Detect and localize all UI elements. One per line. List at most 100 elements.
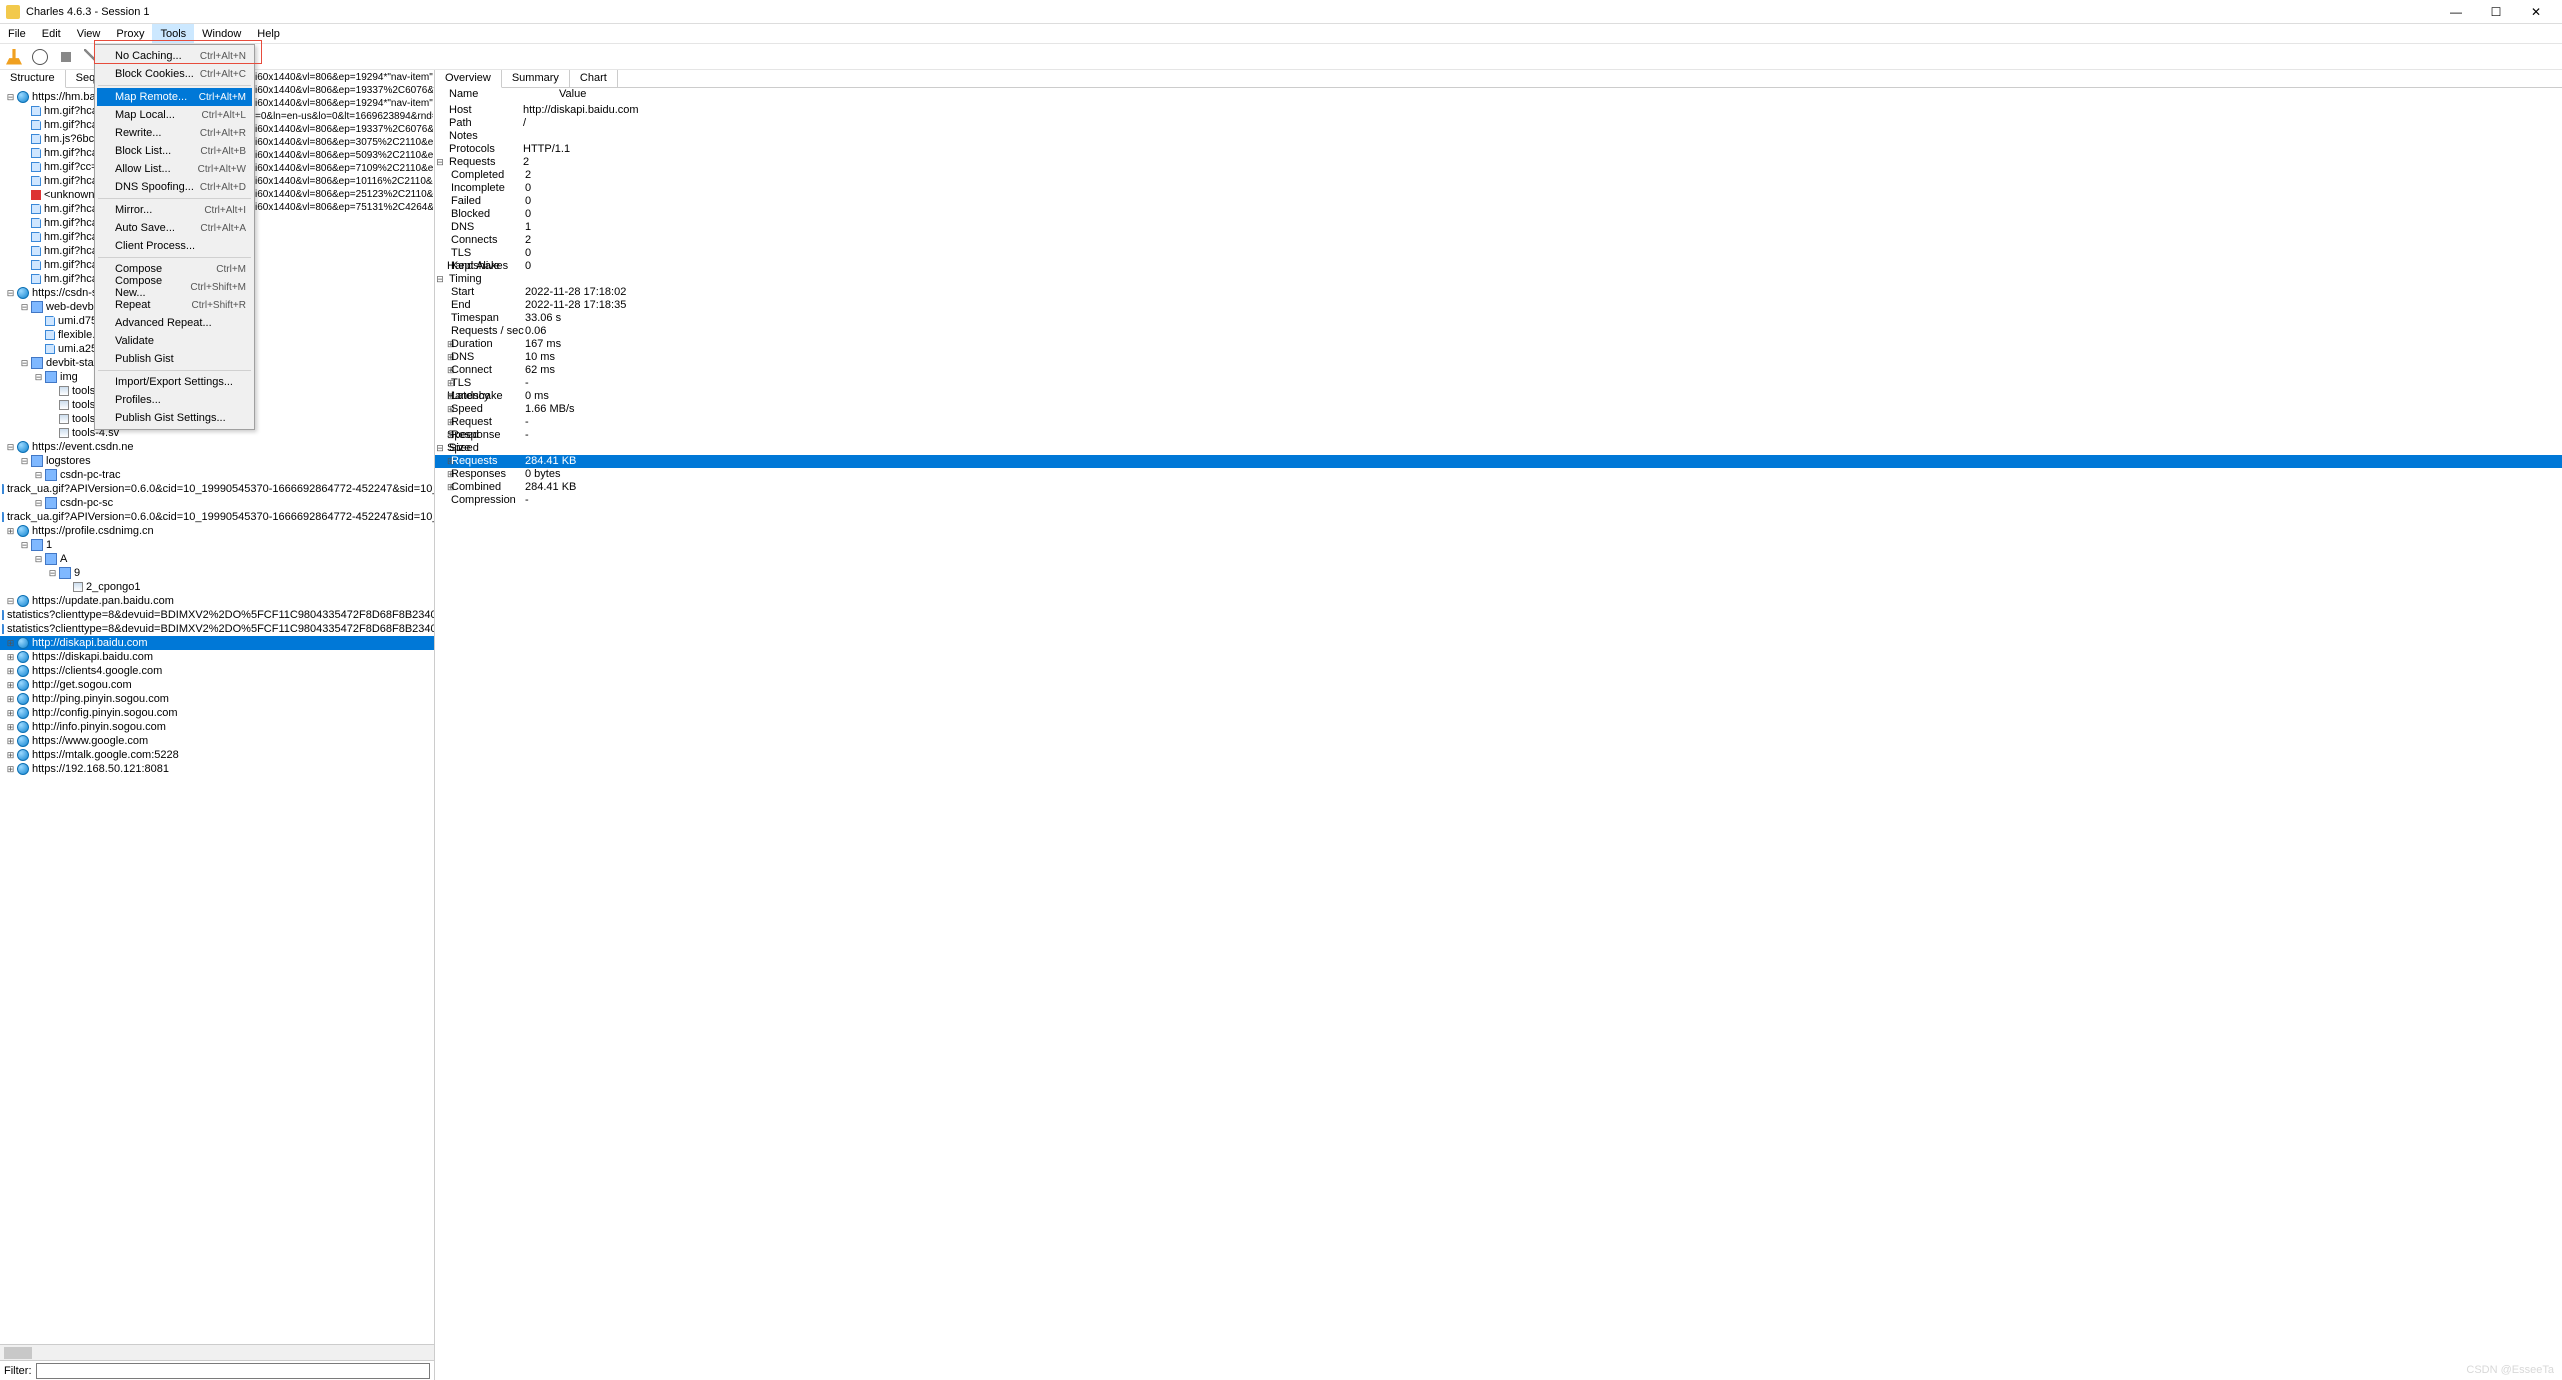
- expand-icon[interactable]: ⊞: [435, 364, 447, 377]
- prop-row[interactable]: Blocked0: [435, 208, 2562, 221]
- menu-view[interactable]: View: [69, 24, 109, 43]
- expand-icon[interactable]: ⊞: [435, 429, 447, 442]
- tree-row[interactable]: ⊞https://clients4.google.com: [0, 664, 434, 678]
- expand-icon[interactable]: [435, 286, 447, 299]
- expand-icon[interactable]: [435, 494, 447, 507]
- expand-icon[interactable]: ⊞: [6, 527, 15, 536]
- prop-row[interactable]: Kept Alive0: [435, 260, 2562, 273]
- tree-row[interactable]: ⊞https://diskapi.baidu.com: [0, 650, 434, 664]
- clear-icon[interactable]: [6, 49, 22, 65]
- prop-row[interactable]: DNS1: [435, 221, 2562, 234]
- expand-icon[interactable]: ⊞: [435, 390, 447, 403]
- prop-row[interactable]: ⊞Speed1.66 MB/s: [435, 403, 2562, 416]
- prop-row[interactable]: ⊞Request Speed-: [435, 416, 2562, 429]
- tree-row[interactable]: track_ua.gif?APIVersion=0.6.0&cid=10_199…: [0, 482, 434, 496]
- expand-icon[interactable]: ⊟: [6, 597, 15, 606]
- prop-row[interactable]: Failed0: [435, 195, 2562, 208]
- expand-icon[interactable]: [48, 401, 57, 410]
- expand-icon[interactable]: ⊞: [435, 416, 447, 429]
- menu-item[interactable]: Client Process...: [97, 237, 252, 255]
- prop-row[interactable]: Requests / sec0.06: [435, 325, 2562, 338]
- expand-icon[interactable]: [20, 191, 29, 200]
- expand-icon[interactable]: [20, 121, 29, 130]
- maximize-button[interactable]: ☐: [2476, 0, 2516, 24]
- menu-item[interactable]: Mirror...Ctrl+Alt+I: [97, 201, 252, 219]
- expand-icon[interactable]: ⊟: [34, 373, 43, 382]
- prop-row[interactable]: ⊞Connect62 ms: [435, 364, 2562, 377]
- menu-item[interactable]: Publish Gist: [97, 350, 252, 368]
- expand-icon[interactable]: ⊟: [6, 443, 15, 452]
- prop-row[interactable]: ⊞TLS Handshake-: [435, 377, 2562, 390]
- prop-row[interactable]: Timespan33.06 s: [435, 312, 2562, 325]
- expand-icon[interactable]: ⊞: [435, 377, 447, 390]
- menu-item[interactable]: Rewrite...Ctrl+Alt+R: [97, 124, 252, 142]
- tree-row[interactable]: ⊟1: [0, 538, 434, 552]
- prop-row[interactable]: End2022-11-28 17:18:35: [435, 299, 2562, 312]
- prop-row[interactable]: ⊞Requests284.41 KB: [435, 455, 2562, 468]
- tree-row[interactable]: ⊞https://www.google.com: [0, 734, 434, 748]
- expand-icon[interactable]: ⊞: [6, 723, 15, 732]
- expand-icon[interactable]: ⊞: [435, 468, 447, 481]
- expand-icon[interactable]: [435, 325, 447, 338]
- prop-row[interactable]: ProtocolsHTTP/1.1: [435, 143, 2562, 156]
- expand-icon[interactable]: [435, 143, 445, 156]
- expand-icon[interactable]: [435, 260, 447, 273]
- menu-proxy[interactable]: Proxy: [108, 24, 152, 43]
- expand-icon[interactable]: [435, 117, 445, 130]
- menu-item[interactable]: Block Cookies...Ctrl+Alt+C: [97, 65, 252, 83]
- tree-row[interactable]: ⊟A: [0, 552, 434, 566]
- expand-icon[interactable]: [20, 233, 29, 242]
- tree-row[interactable]: ⊞http://diskapi.baidu.com: [0, 636, 434, 650]
- right-tab-summary[interactable]: Summary: [502, 70, 570, 87]
- expand-icon[interactable]: [20, 135, 29, 144]
- prop-row[interactable]: ⊟Requests2: [435, 156, 2562, 169]
- tree-row[interactable]: ⊞http://info.pinyin.sogou.com: [0, 720, 434, 734]
- expand-icon[interactable]: [48, 429, 57, 438]
- expand-icon[interactable]: [20, 149, 29, 158]
- expand-icon[interactable]: ⊞: [435, 403, 447, 416]
- expand-icon[interactable]: [435, 299, 447, 312]
- expand-icon[interactable]: ⊞: [435, 455, 447, 468]
- menu-item[interactable]: Import/Export Settings...: [97, 373, 252, 391]
- right-tab-overview[interactable]: Overview: [435, 70, 502, 88]
- expand-icon[interactable]: ⊞: [6, 737, 15, 746]
- prop-row[interactable]: ⊞Combined284.41 KB: [435, 481, 2562, 494]
- expand-icon[interactable]: [435, 234, 447, 247]
- expand-icon[interactable]: [435, 208, 447, 221]
- tree-row[interactable]: track_ua.gif?APIVersion=0.6.0&cid=10_199…: [0, 510, 434, 524]
- tree-row[interactable]: ⊟https://update.pan.baidu.com: [0, 594, 434, 608]
- stop-icon[interactable]: [61, 52, 71, 62]
- expand-icon[interactable]: [435, 104, 445, 117]
- expand-icon[interactable]: [435, 312, 447, 325]
- tree-row[interactable]: statistics?clienttype=8&devuid=BDIMXV2%2…: [0, 622, 434, 636]
- menu-help[interactable]: Help: [249, 24, 288, 43]
- expand-icon[interactable]: ⊟: [48, 569, 57, 578]
- expand-icon[interactable]: [20, 163, 29, 172]
- menu-item[interactable]: Publish Gist Settings...: [97, 409, 252, 427]
- prop-row[interactable]: TLS Handshakes0: [435, 247, 2562, 260]
- record-icon[interactable]: [32, 49, 48, 65]
- expand-icon[interactable]: ⊟: [435, 156, 445, 169]
- prop-row[interactable]: Notes: [435, 130, 2562, 143]
- expand-icon[interactable]: [20, 219, 29, 228]
- tree-scrollbar[interactable]: [0, 1344, 434, 1360]
- menu-file[interactable]: File: [0, 24, 34, 43]
- expand-icon[interactable]: [48, 415, 57, 424]
- expand-icon[interactable]: ⊟: [6, 93, 15, 102]
- menu-item[interactable]: No Caching...Ctrl+Alt+N: [97, 47, 252, 65]
- tree-row[interactable]: ⊞http://ping.pinyin.sogou.com: [0, 692, 434, 706]
- prop-row[interactable]: ⊞Duration167 ms: [435, 338, 2562, 351]
- expand-icon[interactable]: ⊞: [435, 351, 447, 364]
- prop-row[interactable]: ⊞Latency0 ms: [435, 390, 2562, 403]
- expand-icon[interactable]: ⊞: [6, 695, 15, 704]
- tree-row[interactable]: 2_cpongo1: [0, 580, 434, 594]
- expand-icon[interactable]: [435, 182, 447, 195]
- expand-icon[interactable]: [20, 247, 29, 256]
- menu-window[interactable]: Window: [194, 24, 249, 43]
- menu-item[interactable]: Map Remote...Ctrl+Alt+M: [97, 88, 252, 106]
- tools-menu-dropdown[interactable]: No Caching...Ctrl+Alt+NBlock Cookies...C…: [94, 44, 255, 430]
- minimize-button[interactable]: —: [2436, 0, 2476, 24]
- tree-row[interactable]: ⊞https://profile.csdnimg.cn: [0, 524, 434, 538]
- menu-item[interactable]: Auto Save...Ctrl+Alt+A: [97, 219, 252, 237]
- menu-item[interactable]: Block List...Ctrl+Alt+B: [97, 142, 252, 160]
